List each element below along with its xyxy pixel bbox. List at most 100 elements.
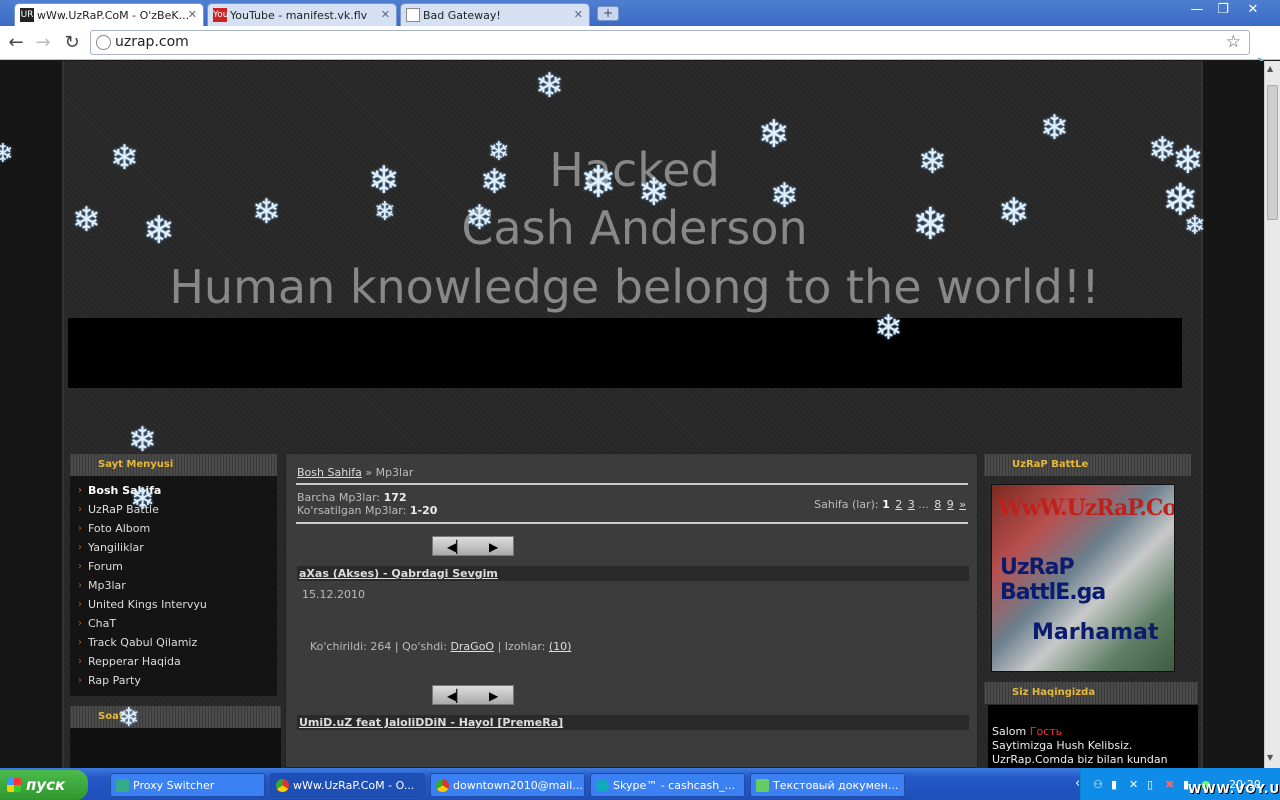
play-icon[interactable]: ▶ [489,689,498,703]
total-value: 172 [383,491,407,504]
downloads-count: Ko'chirildi: 264 [310,640,392,653]
tab-uzrap[interactable]: UR wWw.UzRaP.CoM - O'zBeK... ✕ [14,3,204,27]
task-chrome-mail[interactable]: downtown2010@mail.... [430,773,585,797]
notepad-icon [756,779,769,792]
total-label: Barcha Mp3lar: [297,491,381,504]
web-page: Hacked Cash Anderson Human knowledge bel… [0,61,1264,768]
page-scrollbar[interactable]: ▲ ▼ [1264,61,1280,768]
snowflake-icon: ❄ [1184,211,1206,241]
wifi-icon[interactable]: ▯ [1147,778,1153,791]
uzrap-favicon-icon: UR [20,8,34,22]
minimize-icon[interactable]: — [1184,1,1210,19]
alert-icon[interactable]: ✖ [1165,778,1174,791]
guest-name: Гость [1029,725,1063,738]
signal-icon[interactable]: ▮ [1111,778,1117,791]
tools-icon[interactable]: ✕ [1129,778,1138,791]
menu-item-uzrap-battle[interactable]: UzRaP Battle [70,500,277,519]
new-tab-button[interactable]: + [597,6,619,21]
page-ellipsis: ... [918,498,929,511]
menu-item-forum[interactable]: Forum [70,557,277,576]
audio-player[interactable]: ◀▏ ▶ [432,685,514,705]
menu-item-chat[interactable]: ChaT [70,614,277,633]
hack-line-2: Cash Anderson [461,201,808,255]
hack-line-3: Human knowledge belong to the world!! [169,260,1100,314]
snowflake-icon: ❄ [770,176,799,216]
play-icon[interactable]: ▶ [489,540,498,554]
scroll-thumb[interactable] [1267,85,1278,220]
page-link-2[interactable]: 2 [895,498,902,511]
forward-arrow-icon[interactable]: → [31,31,55,55]
welcome-text-2: UzrRap.Comda biz bilan kundan [992,753,1168,766]
snowflake-icon: ❄ [912,199,949,250]
divider [296,522,968,524]
chrome-icon [436,779,449,792]
breadcrumb-home-link[interactable]: Bosh Sahifa [297,466,362,479]
reload-icon[interactable]: ↻ [60,31,84,55]
snowflake-icon: ❄ [128,420,157,460]
network-icon[interactable]: ⚇ [1093,778,1103,791]
start-button[interactable]: пуск [0,770,88,800]
address-bar[interactable]: ☆ [90,30,1250,55]
document-icon [406,8,420,22]
snowflake-icon: ❄ [374,197,396,227]
battle-banner-image[interactable]: WwW.UzRaP.CoM UzRaP BattlE.ga Marhamat [991,484,1175,672]
previous-icon[interactable]: ◀▏ [447,540,465,554]
task-chrome-uzrap[interactable]: wWw.UzRaP.CoM - O... [270,773,425,797]
snowflake-icon: ❄ [0,139,14,169]
main-content: Bosh Sahifa » Mp3lar Barcha Mp3lar: 172 … [285,453,978,768]
battle-banner[interactable]: WwW.UzRaP.CoM UzRaP BattlE.ga Marhamat [988,481,1175,673]
track-title-link[interactable]: UmiD.uZ feat JaloliDDiN - Hayol [PremeRa… [299,716,563,729]
tab-bad-gateway[interactable]: Bad Gateway! ✕ [400,3,590,26]
banner-text-1: WwW.UzRaP.CoM [998,495,1175,521]
tab-label: wWw.UzRaP.CoM - O'zBeK... [37,9,190,22]
windows-taskbar: пуск Proxy Switcher wWw.UzRaP.CoM - O...… [0,768,1280,800]
tab-youtube[interactable]: You YouTube - manifest.vk.flv ✕ [207,3,397,26]
close-icon[interactable]: ✕ [381,8,390,21]
close-icon[interactable]: ✕ [188,8,197,21]
windows-flag-icon [7,778,21,792]
url-input[interactable] [115,34,1215,50]
menu-item-foto-albom[interactable]: Foto Albom [70,519,277,538]
page-link-3[interactable]: 3 [908,498,915,511]
menu-item-bosh-sahifa[interactable]: Bosh Sahifa [70,481,277,500]
scroll-up-icon[interactable]: ▲ [1267,64,1273,73]
snowflake-icon: ❄ [1040,108,1069,148]
menu-item-repperar-haqida[interactable]: Repperar Haqida [70,652,277,671]
browser-toolbar: ← → ↻ ☆ 🔧 [0,26,1280,76]
snowflake-icon: ❄ [252,192,281,232]
menu-item-united-kings[interactable]: United Kings Intervyu [70,595,277,614]
menu-item-rap-party[interactable]: Rap Party [70,671,277,690]
welcome-text: Saytimizga Hush Kelibsiz. [992,739,1133,752]
scroll-down-icon[interactable]: ▼ [1267,753,1273,762]
task-proxy-switcher[interactable]: Proxy Switcher [110,773,265,797]
menu-item-track-qabul[interactable]: Track Qabul Qilamiz [70,633,277,652]
site-container: Hacked Cash Anderson Human knowledge bel… [62,61,1203,768]
added-by-user-link[interactable]: DraGoO [450,640,494,653]
back-arrow-icon[interactable]: ← [4,31,28,55]
previous-icon[interactable]: ◀▏ [447,689,465,703]
task-notepad[interactable]: Текстовый докумен... [750,773,905,797]
site-menu: Bosh Sahifa UzRaP Battle Foto Albom Yang… [70,476,277,696]
start-label: пуск [26,776,66,794]
snowflake-icon: ❄ [874,308,903,348]
task-skype[interactable]: Skype™ - cashcash_... [590,773,745,797]
page-current: 1 [882,498,890,511]
task-label: Текстовый докумен... [773,779,899,792]
bookmark-star-icon[interactable]: ☆ [1226,32,1241,52]
page-link-8[interactable]: 8 [934,498,941,511]
page-next-link[interactable]: » [959,498,966,511]
audio-player[interactable]: ◀▏ ▶ [432,536,514,556]
track-title-link[interactable]: aXas (Akses) - Qabrdagi Sevgim [299,567,498,580]
page-link-9[interactable]: 9 [947,498,954,511]
tray-expand-icon[interactable]: ‹ [1075,776,1080,791]
comments-link[interactable]: (10) [549,640,572,653]
close-icon[interactable]: ✕ [574,8,583,21]
snowflake-icon: ❄ [480,162,509,202]
window-close-icon[interactable]: ✕ [1240,1,1266,19]
menu-item-yangiliklar[interactable]: Yangiliklar [70,538,277,557]
snowflake-icon: ❄ [118,703,140,733]
breadcrumb: Bosh Sahifa » Mp3lar [297,466,413,479]
menu-item-mp3lar[interactable]: Mp3lar [70,576,277,595]
restore-icon[interactable]: ❐ [1210,1,1236,19]
tab-label: YouTube - manifest.vk.flv [230,9,368,22]
